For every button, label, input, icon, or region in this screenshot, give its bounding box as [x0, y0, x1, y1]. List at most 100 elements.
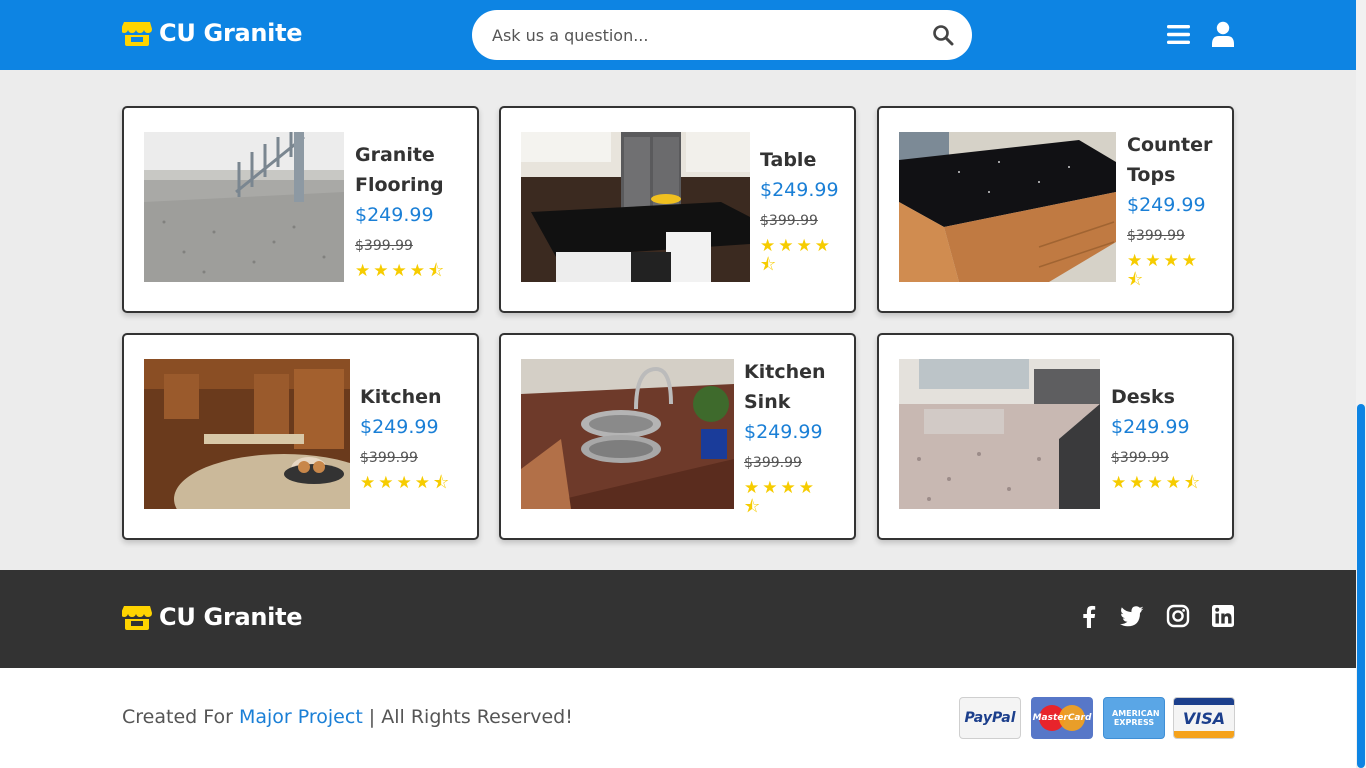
- product-old-price: $399.99: [360, 449, 418, 466]
- product-name[interactable]: Table: [760, 145, 840, 175]
- product-info: Counter Tops $249.99 $399.99 ★ ★ ★ ★ ⯪: [1127, 108, 1222, 311]
- paypal-card: PayPal: [959, 697, 1021, 739]
- star-icon: ★: [1111, 472, 1127, 493]
- product-price: $249.99: [355, 203, 434, 226]
- visa-card: VISA: [1173, 697, 1235, 739]
- rating-stars: ★ ★ ★ ★ ⯪: [1127, 252, 1207, 289]
- product-name[interactable]: Granite Flooring: [355, 140, 477, 200]
- star-half-icon: ⯪: [428, 260, 445, 281]
- product-old-price: $399.99: [760, 213, 818, 229]
- product-card[interactable]: Kitchen Sink $249.99 $399.99 ★ ★ ★ ★ ⯪: [499, 333, 856, 540]
- star-half-icon: ⯪: [744, 497, 761, 517]
- scrollbar-thumb[interactable]: [1357, 404, 1365, 768]
- star-icon: ★: [355, 260, 371, 281]
- site-header: CU Granite: [0, 0, 1356, 70]
- rating-stars: ★ ★ ★ ★ ⯪: [360, 474, 449, 492]
- star-icon: ★: [414, 472, 430, 493]
- rating-stars: ★ ★ ★ ★ ⯪: [355, 262, 477, 280]
- product-info: Granite Flooring $249.99 $399.99 ★ ★ ★ ★ ⯪: [355, 108, 477, 311]
- product-old-price: $399.99: [1127, 228, 1185, 244]
- product-card[interactable]: Table $249.99 $399.99 ★ ★ ★ ★ ⯪: [499, 106, 856, 313]
- product-image: [521, 132, 750, 282]
- star-half-icon: ⯪: [760, 255, 777, 275]
- product-card[interactable]: Granite Flooring $249.99 $399.99 ★ ★ ★ ★ ⯪: [122, 106, 479, 313]
- star-half-icon: ⯪: [1127, 270, 1144, 290]
- product-info: Kitchen $249.99 $399.99 ★ ★ ★ ★ ⯪: [360, 335, 449, 538]
- store-icon: [122, 606, 152, 630]
- product-price: $249.99: [360, 415, 439, 438]
- star-icon: ★: [396, 472, 412, 493]
- paypal-label: PayPal: [964, 710, 1016, 726]
- star-icon: ★: [760, 236, 776, 256]
- star-half-icon: ⯪: [1184, 472, 1201, 493]
- star-icon: ★: [780, 478, 796, 498]
- product-card[interactable]: Kitchen $249.99 $399.99 ★ ★ ★ ★ ⯪: [122, 333, 479, 540]
- product-price: $249.99: [1127, 194, 1206, 216]
- product-info: Table $249.99 $399.99 ★ ★ ★ ★ ⯪: [760, 108, 840, 311]
- footer-bottom: Created For Major Project | All Rights R…: [0, 668, 1356, 768]
- menu-icon[interactable]: [1167, 24, 1190, 45]
- product-name[interactable]: Kitchen Sink: [744, 357, 834, 417]
- amex-label: AMERICAN EXPRESS: [1112, 709, 1160, 727]
- mastercard-label: MasterCard: [1032, 713, 1092, 723]
- twitter-icon[interactable]: [1120, 604, 1144, 628]
- search-bar: [472, 10, 972, 60]
- footer-brand-logo[interactable]: CU Granite: [122, 603, 303, 631]
- star-icon: ★: [391, 260, 407, 281]
- star-icon: ★: [360, 472, 376, 493]
- product-price: $249.99: [760, 179, 839, 201]
- product-name[interactable]: Kitchen: [360, 382, 449, 412]
- facebook-icon[interactable]: [1077, 604, 1101, 628]
- star-half-icon: ⯪: [433, 472, 450, 493]
- product-image: [144, 359, 350, 509]
- product-old-price: $399.99: [355, 237, 413, 254]
- star-icon: ★: [762, 478, 778, 498]
- mastercard-card: MasterCard: [1031, 697, 1093, 739]
- footer-brand-name: CU Granite: [159, 603, 303, 631]
- linkedin-icon[interactable]: [1211, 604, 1235, 628]
- rating-stars: ★ ★ ★ ★ ⯪: [760, 237, 840, 274]
- product-old-price: $399.99: [1111, 449, 1169, 466]
- search-input[interactable]: [492, 22, 912, 48]
- product-price: $249.99: [1111, 415, 1190, 438]
- star-icon: ★: [798, 478, 814, 498]
- store-icon: [122, 22, 152, 46]
- footer: CU Granite: [0, 570, 1356, 668]
- rating-stars: ★ ★ ★ ★ ⯪: [744, 479, 824, 516]
- star-icon: ★: [778, 236, 794, 256]
- star-icon: ★: [1129, 472, 1145, 493]
- copyright-prefix: Created For: [122, 706, 239, 728]
- star-icon: ★: [744, 478, 760, 498]
- star-icon: ★: [1127, 251, 1143, 271]
- product-card[interactable]: Counter Tops $249.99 $399.99 ★ ★ ★ ★ ⯪: [877, 106, 1234, 313]
- star-icon: ★: [409, 260, 425, 281]
- rating-stars: ★ ★ ★ ★ ⯪: [1111, 474, 1200, 492]
- copyright-text: Created For Major Project | All Rights R…: [122, 706, 573, 728]
- instagram-icon[interactable]: [1166, 604, 1190, 628]
- star-icon: ★: [1147, 472, 1163, 493]
- user-icon[interactable]: [1211, 21, 1235, 47]
- star-icon: ★: [1181, 251, 1197, 271]
- star-icon: ★: [1163, 251, 1179, 271]
- product-image: [521, 359, 734, 509]
- star-icon: ★: [373, 260, 389, 281]
- product-name[interactable]: Desks: [1111, 382, 1200, 412]
- search-icon[interactable]: [932, 24, 954, 46]
- product-old-price: $399.99: [744, 455, 802, 471]
- product-card[interactable]: Desks $249.99 $399.99 ★ ★ ★ ★ ⯪: [877, 333, 1234, 540]
- star-icon: ★: [796, 236, 812, 256]
- star-icon: ★: [814, 236, 830, 256]
- copyright-suffix: | All Rights Reserved!: [362, 706, 573, 728]
- product-image: [899, 359, 1100, 509]
- visa-top-stripe: [1174, 698, 1234, 705]
- star-icon: ★: [1165, 472, 1181, 493]
- brand-logo[interactable]: CU Granite: [122, 19, 303, 47]
- star-icon: ★: [1145, 251, 1161, 271]
- visa-label: VISA: [1182, 708, 1226, 728]
- product-info: Kitchen Sink $249.99 $399.99 ★ ★ ★ ★ ⯪: [744, 335, 834, 538]
- product-info: Desks $249.99 $399.99 ★ ★ ★ ★ ⯪: [1111, 335, 1200, 538]
- star-icon: ★: [378, 472, 394, 493]
- product-name[interactable]: Counter Tops: [1127, 130, 1222, 190]
- visa-bottom-stripe: [1174, 731, 1234, 738]
- major-project-link[interactable]: Major Project: [239, 706, 363, 728]
